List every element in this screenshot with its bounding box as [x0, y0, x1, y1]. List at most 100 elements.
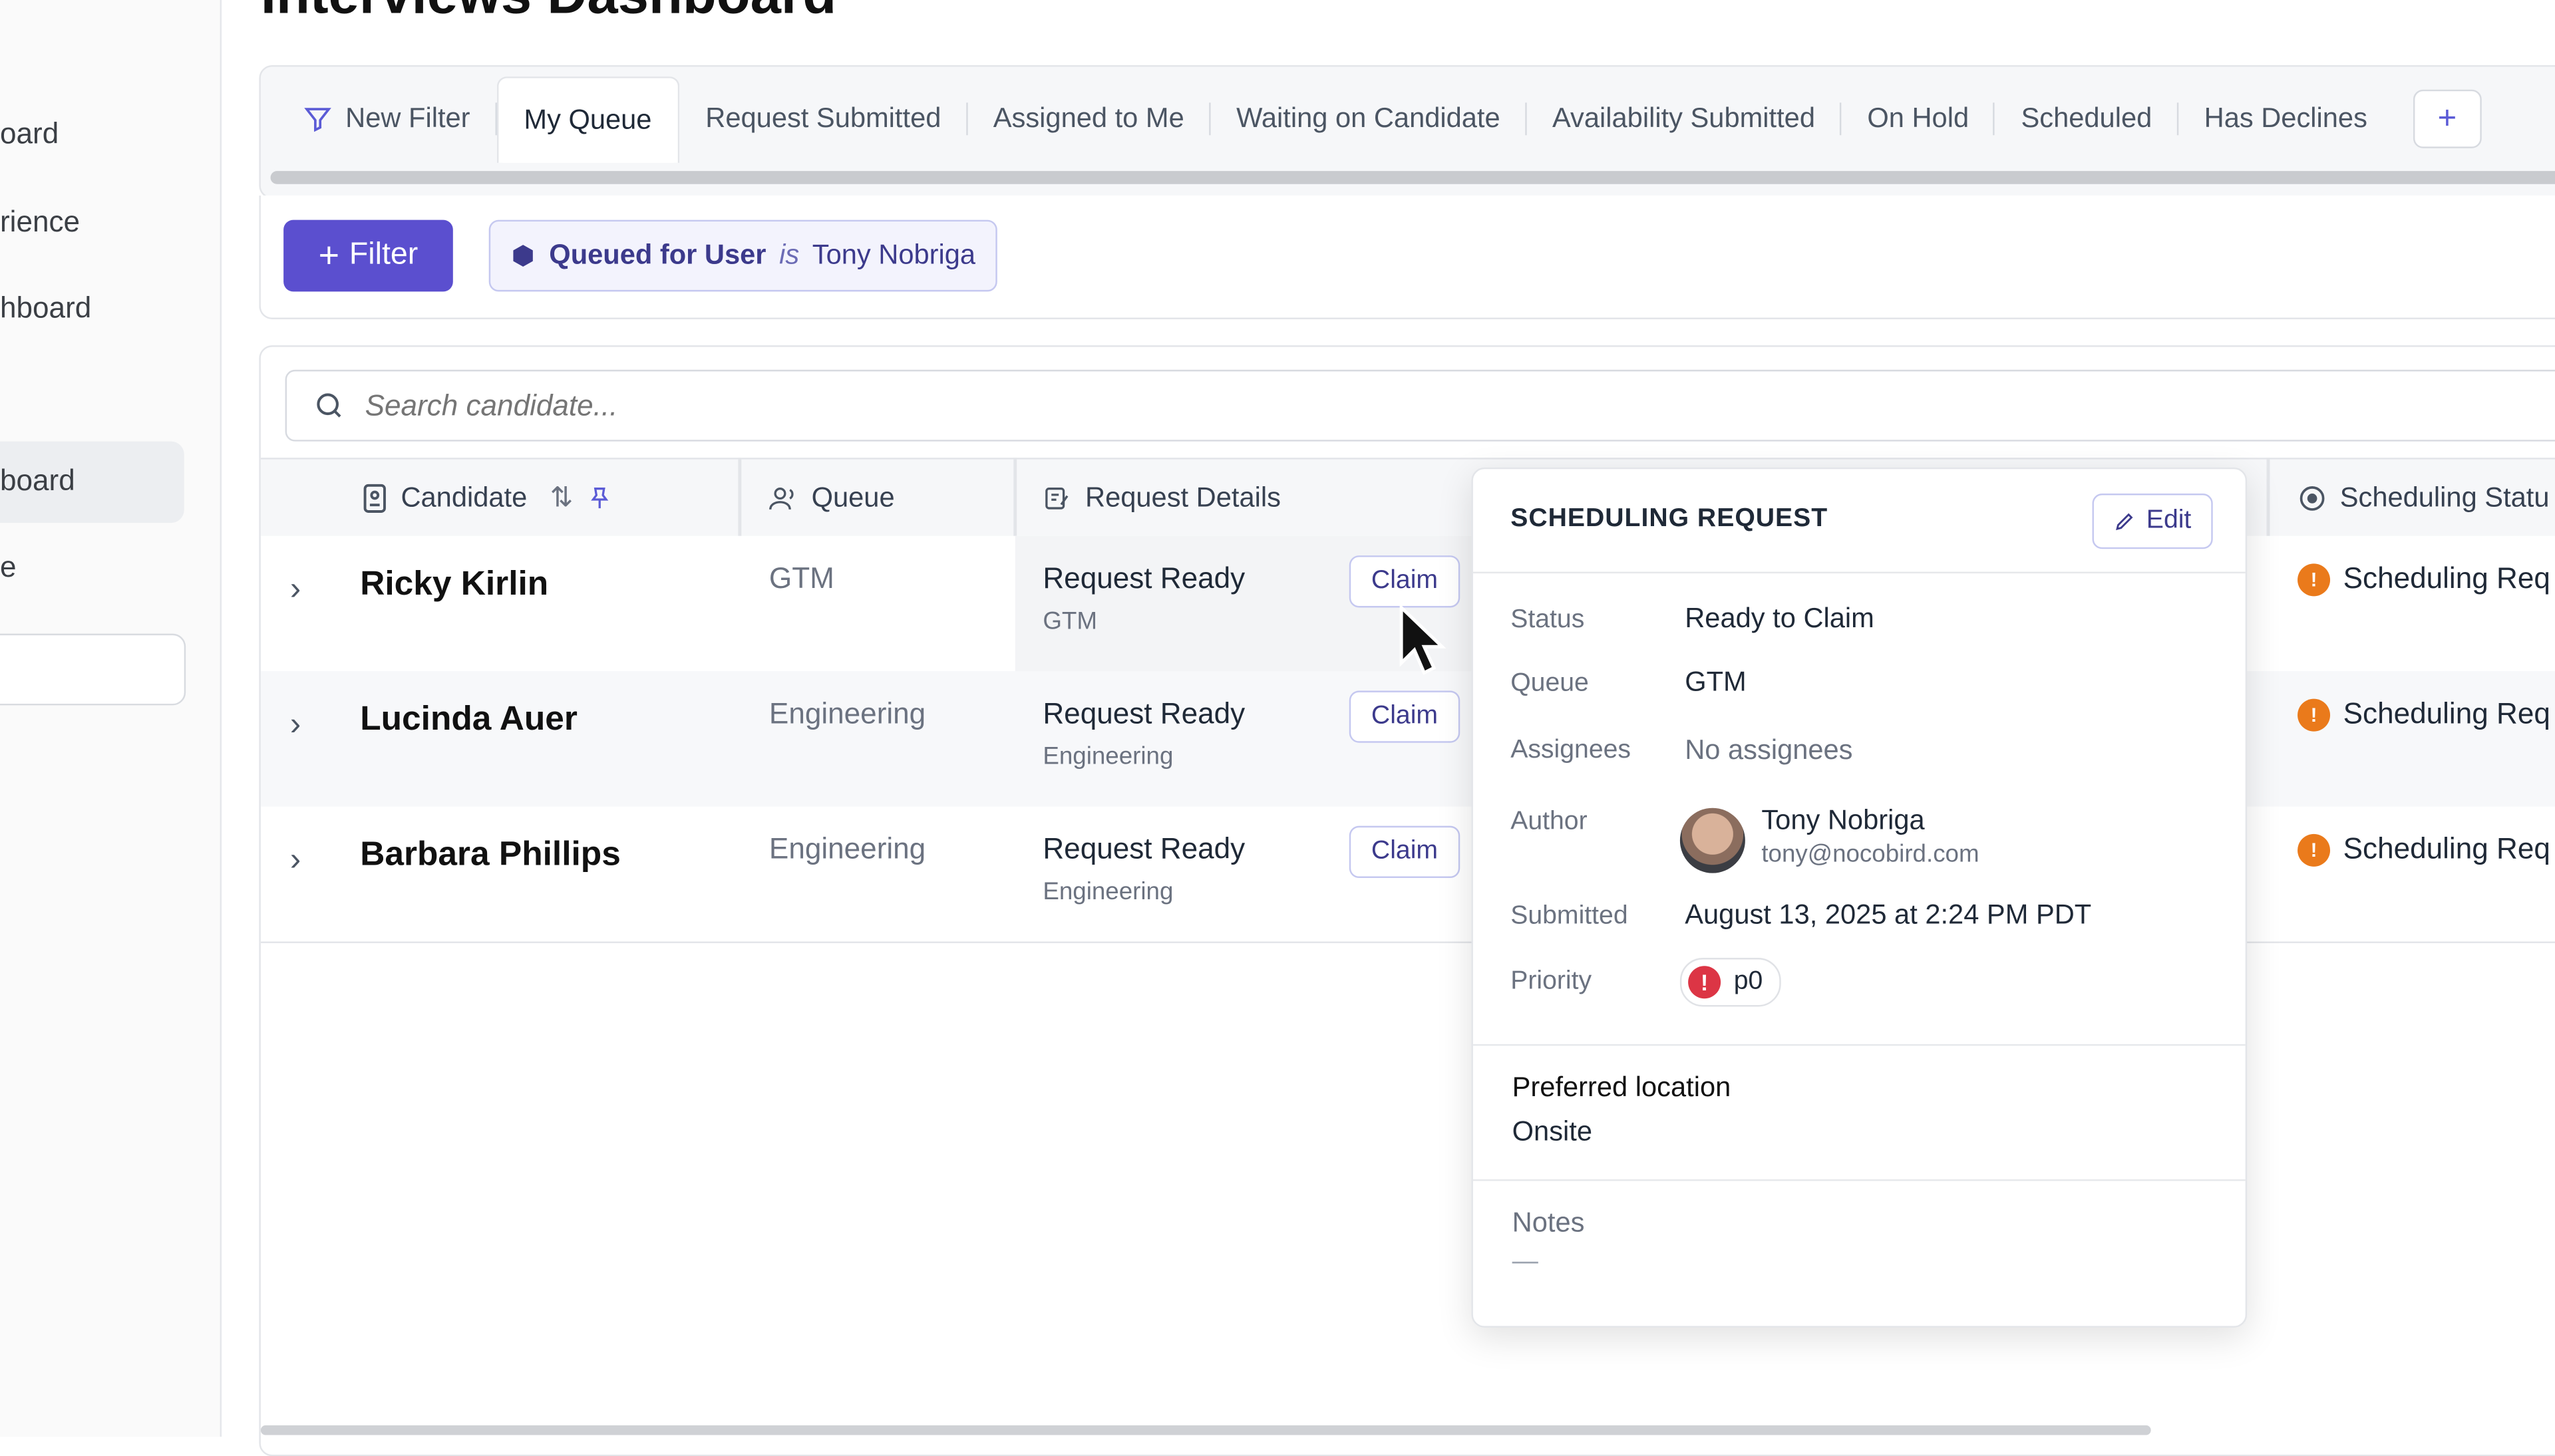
filter-chip-value: Tony Nobriga: [812, 239, 976, 271]
tab-assigned-to-me[interactable]: Assigned to Me: [967, 76, 1211, 161]
popover-title: SCHEDULING REQUEST: [1510, 505, 1828, 533]
scheduling-request-popover: SCHEDULING REQUEST Edit Status Ready to …: [1471, 467, 2248, 1328]
preferred-location-label: Preferred location: [1512, 1072, 1731, 1103]
table-scrollbar[interactable]: [260, 1425, 2151, 1435]
priority-badge: ! p0: [1679, 958, 1781, 1007]
chevron-right-icon[interactable]: ›: [290, 572, 301, 609]
warning-icon: !: [2298, 698, 2331, 731]
avatar: [1679, 807, 1745, 873]
header-candidate-label: Candidate: [401, 482, 528, 513]
status-value: Ready to Claim: [1685, 603, 1874, 634]
target-icon: [2300, 486, 2325, 511]
tab-has-declines[interactable]: Has Declines: [2178, 76, 2393, 161]
sort-icon[interactable]: ⇅: [550, 482, 574, 515]
add-filter-button[interactable]: + Filter: [283, 219, 453, 292]
request-status: Request Ready: [1043, 561, 1246, 595]
filter-chip-field: Queued for User: [549, 239, 766, 271]
edit-button[interactable]: Edit: [2092, 494, 2213, 549]
header-candidate[interactable]: Candidate ⇅: [362, 460, 613, 538]
request-queue: GTM: [1043, 607, 1097, 636]
claim-button[interactable]: Claim: [1349, 555, 1460, 608]
author-label: Author: [1510, 807, 1588, 836]
scheduling-status-label: Scheduling Req: [2343, 832, 2550, 865]
queue-value: Engineering: [768, 697, 926, 730]
search-input[interactable]: [361, 386, 1346, 424]
candidate-name[interactable]: Barbara Phillips: [360, 835, 621, 875]
header-request-details[interactable]: Request Details: [1043, 460, 1281, 538]
priority-value: p0: [1733, 967, 1763, 996]
queue-value: GTM: [1685, 666, 1747, 698]
add-tab-button[interactable]: +: [2413, 89, 2482, 148]
warning-icon: !: [2298, 563, 2331, 596]
view-tabbar: New Filter My Queue Request Submitted As…: [259, 65, 2555, 199]
tabs: New Filter My Queue Request Submitted As…: [287, 75, 2482, 162]
id-card-icon: [363, 484, 386, 513]
new-filter-tab[interactable]: New Filter: [287, 76, 496, 161]
tabs-scrollbar[interactable]: [270, 171, 2555, 184]
chevron-right-icon[interactable]: ›: [290, 842, 301, 879]
cube-icon: [513, 245, 533, 267]
search-box: [285, 369, 2555, 442]
request-queue: Engineering: [1043, 878, 1174, 906]
request-queue: Engineering: [1043, 742, 1174, 771]
divider: [1472, 1179, 2246, 1181]
tab-my-queue[interactable]: My Queue: [496, 75, 680, 162]
sidebar-item-active[interactable]: board: [0, 441, 184, 523]
request-status: Request Ready: [1043, 697, 1246, 730]
tab-waiting-on-candidate[interactable]: Waiting on Candidate: [1210, 76, 1526, 161]
filter-button-label: Filter: [349, 237, 419, 272]
header-scheduling-status[interactable]: Scheduling Statu: [2298, 460, 2550, 538]
sidebar-item-label: board: [0, 464, 75, 497]
header-request-details-label: Request Details: [1085, 482, 1281, 513]
sidebar-item-1[interactable]: oard: [0, 117, 59, 151]
sidebar-item-5[interactable]: e: [0, 551, 17, 585]
assignees-label: Assignees: [1510, 736, 1631, 764]
candidate-name[interactable]: Lucinda Auer: [360, 700, 578, 740]
chevron-right-icon[interactable]: ›: [290, 707, 301, 744]
sidebar-input[interactable]: [0, 633, 186, 706]
warning-icon: !: [2298, 833, 2331, 866]
pencil-icon: [2116, 513, 2133, 531]
request-status: Request Ready: [1043, 832, 1246, 865]
tab-on-hold[interactable]: On Hold: [1841, 76, 1996, 161]
divider: [1472, 1044, 2246, 1046]
filter-icon: [304, 108, 331, 132]
app-stage: oard rience hboard board e Interviews Da…: [0, 0, 2555, 1456]
header-scheduling-status-label: Scheduling Statu: [2339, 482, 2550, 513]
header-queue[interactable]: Queue: [769, 460, 895, 538]
filter-chip-operator: is: [779, 239, 800, 271]
sidebar-item-3[interactable]: hboard: [0, 291, 91, 325]
scheduling-status: ! Scheduling Req: [2298, 832, 2550, 866]
priority-label: Priority: [1510, 967, 1592, 996]
scheduling-status: ! Scheduling Req: [2298, 562, 2550, 596]
author-email: tony@nocobird.com: [1761, 840, 1979, 869]
filter-chip[interactable]: Queued for User is Tony Nobriga: [488, 219, 997, 292]
submitted-label: Submitted: [1510, 902, 1628, 931]
alert-icon: !: [1688, 966, 1721, 999]
users-icon: [769, 488, 794, 510]
submitted-value: August 13, 2025 at 2:24 PM PDT: [1685, 899, 2092, 931]
header-queue-label: Queue: [811, 482, 895, 513]
form-icon: [1045, 488, 1069, 510]
mouse-cursor-icon: [1399, 604, 1447, 675]
candidate-name[interactable]: Ricky Kirlin: [360, 565, 548, 605]
tab-request-submitted[interactable]: Request Submitted: [679, 76, 967, 161]
claim-button[interactable]: Claim: [1349, 690, 1460, 743]
preferred-location-value: Onsite: [1512, 1115, 1592, 1147]
sidebar-item-2[interactable]: rience: [0, 206, 80, 239]
queue-value: GTM: [768, 561, 834, 595]
pin-icon[interactable]: [586, 484, 612, 513]
tab-availability-submitted[interactable]: Availability Submitted: [1526, 76, 1842, 161]
scheduling-status-label: Scheduling Req: [2343, 561, 2550, 595]
queue-value: Engineering: [768, 832, 926, 865]
new-filter-label: New Filter: [345, 102, 470, 134]
sidebar: oard rience hboard board e: [0, 0, 222, 1437]
claim-button[interactable]: Claim: [1349, 825, 1460, 879]
notes-label: Notes: [1512, 1207, 1585, 1238]
queue-label: Queue: [1510, 669, 1589, 698]
scheduling-status-label: Scheduling Req: [2343, 697, 2550, 730]
edit-label: Edit: [2146, 506, 2192, 535]
tab-scheduled[interactable]: Scheduled: [1995, 76, 2179, 161]
notes-value: —: [1512, 1247, 1538, 1276]
filter-bar: + Filter Queued for User is Tony Nobriga: [259, 195, 2555, 320]
